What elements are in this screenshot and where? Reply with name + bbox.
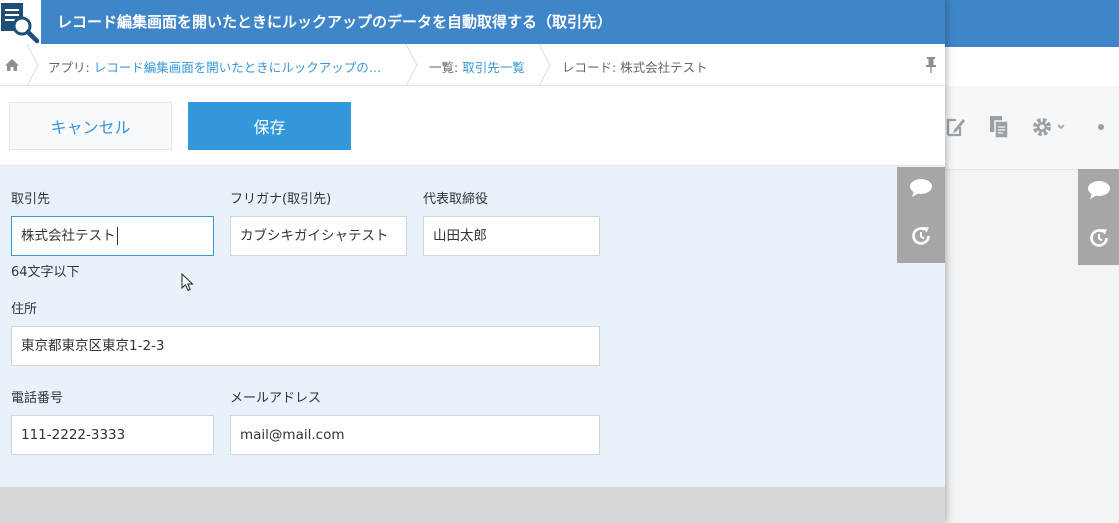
- email-label: メールアドレス: [230, 391, 322, 406]
- company-input-value: 株式会社テスト: [21, 228, 116, 244]
- record-form: 取引先 株式会社テスト 64文字以下 フリガナ(取引先) カブシキガイシャテスト…: [0, 166, 945, 487]
- address-label: 住所: [11, 302, 38, 317]
- breadcrumb: アプリ: レコード編集画面を開いたときにルックアップの… 一覧: 取引先一覧 レ…: [0, 44, 945, 86]
- dialog-title: レコード編集画面を開いたときにルックアップのデータを自動取得する（取引先）: [57, 13, 613, 31]
- duplicate-icon[interactable]: [984, 112, 1014, 142]
- cancel-button[interactable]: キャンセル: [9, 102, 172, 150]
- magnifier-document-icon: [0, 0, 41, 44]
- comment-icon[interactable]: [1086, 180, 1112, 204]
- gear-icon[interactable]: [1028, 112, 1072, 142]
- breadcrumb-list[interactable]: 一覧: 取引先一覧: [429, 57, 525, 76]
- breadcrumb-record: レコード: 株式会社テスト: [562, 60, 708, 75]
- text-caret: [116, 227, 118, 245]
- comment-icon[interactable]: [908, 178, 934, 202]
- company-length-hint: 64文字以下: [11, 265, 80, 280]
- breadcrumb-separator: [538, 44, 551, 86]
- breadcrumb-app-prefix: アプリ:: [48, 60, 94, 75]
- breadcrumb-list-link[interactable]: 取引先一覧: [462, 60, 525, 75]
- side-action-strip: [897, 167, 945, 263]
- breadcrumb-app[interactable]: アプリ: レコード編集画面を開いたときにルックアップの…: [48, 57, 381, 76]
- phone-input[interactable]: 111-2222-3333: [11, 415, 214, 455]
- dialog-toolbar: キャンセル 保存: [0, 86, 945, 166]
- dialog-header: レコード編集画面を開いたときにルックアップのデータを自動取得する（取引先）: [0, 0, 945, 44]
- mouse-pointer-icon: [181, 272, 195, 297]
- company-label: 取引先: [11, 192, 51, 207]
- breadcrumb-separator: [26, 44, 39, 86]
- dialog-footer: [0, 487, 945, 523]
- breadcrumb-separator: [405, 44, 418, 86]
- save-button[interactable]: 保存: [188, 102, 351, 150]
- history-icon[interactable]: [909, 224, 933, 252]
- furigana-label: フリガナ(取引先): [230, 192, 332, 207]
- pin-icon[interactable]: [925, 56, 937, 78]
- breadcrumb-app-link[interactable]: レコード編集画面を開いたときにルックアップの…: [94, 60, 382, 75]
- representative-input[interactable]: 山田太郎: [423, 216, 600, 256]
- representative-label: 代表取締役: [423, 192, 489, 207]
- furigana-input[interactable]: カブシキガイシャテスト: [230, 216, 407, 256]
- phone-label: 電話番号: [11, 391, 64, 406]
- home-icon[interactable]: [0, 44, 24, 86]
- more-icon[interactable]: [1086, 112, 1116, 142]
- company-input[interactable]: 株式会社テスト: [11, 216, 214, 256]
- record-edit-dialog: レコード編集画面を開いたときにルックアップのデータを自動取得する（取引先） アプ…: [0, 0, 945, 523]
- address-input[interactable]: 東京都東京区東京1-2-3: [11, 326, 600, 366]
- background-side-strip: [1078, 169, 1119, 265]
- email-input[interactable]: mail@mail.com: [230, 415, 600, 455]
- history-icon[interactable]: [1087, 226, 1111, 254]
- breadcrumb-list-prefix: 一覧:: [429, 60, 463, 75]
- background-toolbar-icons: [940, 112, 1116, 142]
